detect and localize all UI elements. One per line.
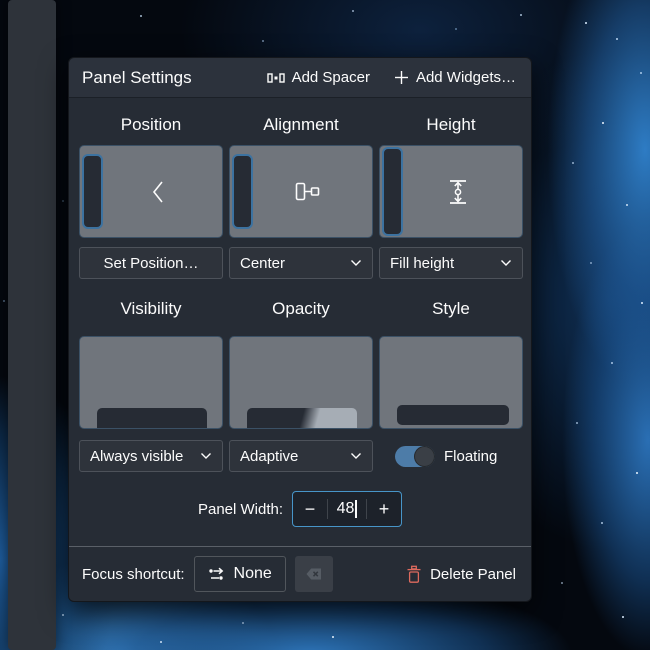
opacity-preview-panel bbox=[247, 408, 357, 428]
dialog-header: Panel Settings Add Spacer bbox=[69, 58, 531, 98]
position-label: Position bbox=[79, 106, 223, 145]
spacer-icon bbox=[267, 71, 285, 85]
increment-button[interactable]: + bbox=[367, 492, 401, 526]
wallpaper-stars bbox=[0, 0, 2, 2]
floating-label: Floating bbox=[444, 448, 497, 465]
shortcut-slider-icon bbox=[208, 566, 225, 582]
add-widgets-label: Add Widgets… bbox=[416, 69, 516, 86]
delete-panel-button[interactable]: Delete Panel bbox=[404, 563, 518, 586]
alignment-label: Alignment bbox=[229, 106, 373, 145]
alignment-preview bbox=[229, 145, 373, 238]
height-label: Height bbox=[379, 106, 523, 145]
dialog-footer: Focus shortcut: None bbox=[69, 546, 531, 601]
style-preview-panel bbox=[397, 405, 509, 425]
opacity-value: Adaptive bbox=[240, 448, 298, 465]
header-actions: Add Spacer Add Widgets… bbox=[265, 65, 518, 90]
set-position-label: Set Position… bbox=[103, 255, 198, 272]
chevron-down-icon bbox=[200, 452, 212, 460]
chevron-down-icon bbox=[350, 452, 362, 460]
trash-icon bbox=[406, 565, 422, 584]
panel-settings-dialog: Panel Settings Add Spacer bbox=[68, 57, 532, 602]
dialog-body: Position Alignment Height bbox=[69, 98, 531, 527]
plus-icon bbox=[394, 70, 409, 85]
backspace-icon bbox=[305, 567, 323, 581]
height-preview bbox=[379, 145, 523, 238]
style-preview bbox=[379, 336, 523, 429]
visibility-value: Always visible bbox=[90, 448, 183, 465]
alignment-value: Center bbox=[240, 255, 285, 272]
add-widgets-button[interactable]: Add Widgets… bbox=[392, 65, 518, 90]
floating-toggle[interactable] bbox=[395, 446, 435, 467]
opacity-combobox[interactable]: Adaptive bbox=[229, 440, 373, 472]
visibility-combobox[interactable]: Always visible bbox=[79, 440, 223, 472]
opacity-preview bbox=[229, 336, 373, 429]
focus-shortcut-label: Focus shortcut: bbox=[82, 566, 185, 583]
add-spacer-label: Add Spacer bbox=[292, 69, 370, 86]
chevron-down-icon bbox=[350, 259, 362, 267]
delete-panel-label: Delete Panel bbox=[430, 566, 516, 583]
height-combobox[interactable]: Fill height bbox=[379, 247, 523, 279]
panel-width-input[interactable]: 48 bbox=[328, 492, 366, 526]
position-preview bbox=[79, 145, 223, 238]
visibility-preview-panel bbox=[97, 408, 207, 428]
desktop: Panel Settings Add Spacer bbox=[0, 0, 650, 650]
chevron-down-icon bbox=[500, 259, 512, 267]
style-label: Style bbox=[379, 279, 523, 336]
page-title: Panel Settings bbox=[82, 68, 192, 88]
align-center-icon bbox=[230, 146, 372, 237]
decrement-button[interactable]: − bbox=[293, 492, 327, 526]
text-caret bbox=[355, 500, 357, 518]
panel-width-value: 48 bbox=[337, 500, 355, 518]
panel-width-spinbox: − 48 + bbox=[292, 491, 402, 527]
chevron-left-icon bbox=[80, 146, 222, 237]
height-value: Fill height bbox=[390, 255, 454, 272]
opacity-label: Opacity bbox=[229, 279, 373, 336]
alignment-combobox[interactable]: Center bbox=[229, 247, 373, 279]
focus-shortcut-value: None bbox=[234, 565, 272, 583]
visibility-preview bbox=[79, 336, 223, 429]
floating-toggle-cell: Floating bbox=[379, 440, 523, 472]
visibility-label: Visibility bbox=[79, 279, 223, 336]
set-position-button[interactable]: Set Position… bbox=[79, 247, 223, 279]
fit-height-icon bbox=[380, 146, 522, 237]
add-spacer-button[interactable]: Add Spacer bbox=[265, 65, 372, 90]
panel-width-label: Panel Width: bbox=[198, 501, 283, 518]
clear-shortcut-button[interactable] bbox=[295, 556, 333, 592]
panel-width-row: Panel Width: − 48 + bbox=[79, 491, 521, 527]
desktop-panel[interactable] bbox=[8, 0, 56, 650]
toggle-knob bbox=[414, 446, 435, 467]
focus-shortcut-button[interactable]: None bbox=[194, 556, 286, 592]
